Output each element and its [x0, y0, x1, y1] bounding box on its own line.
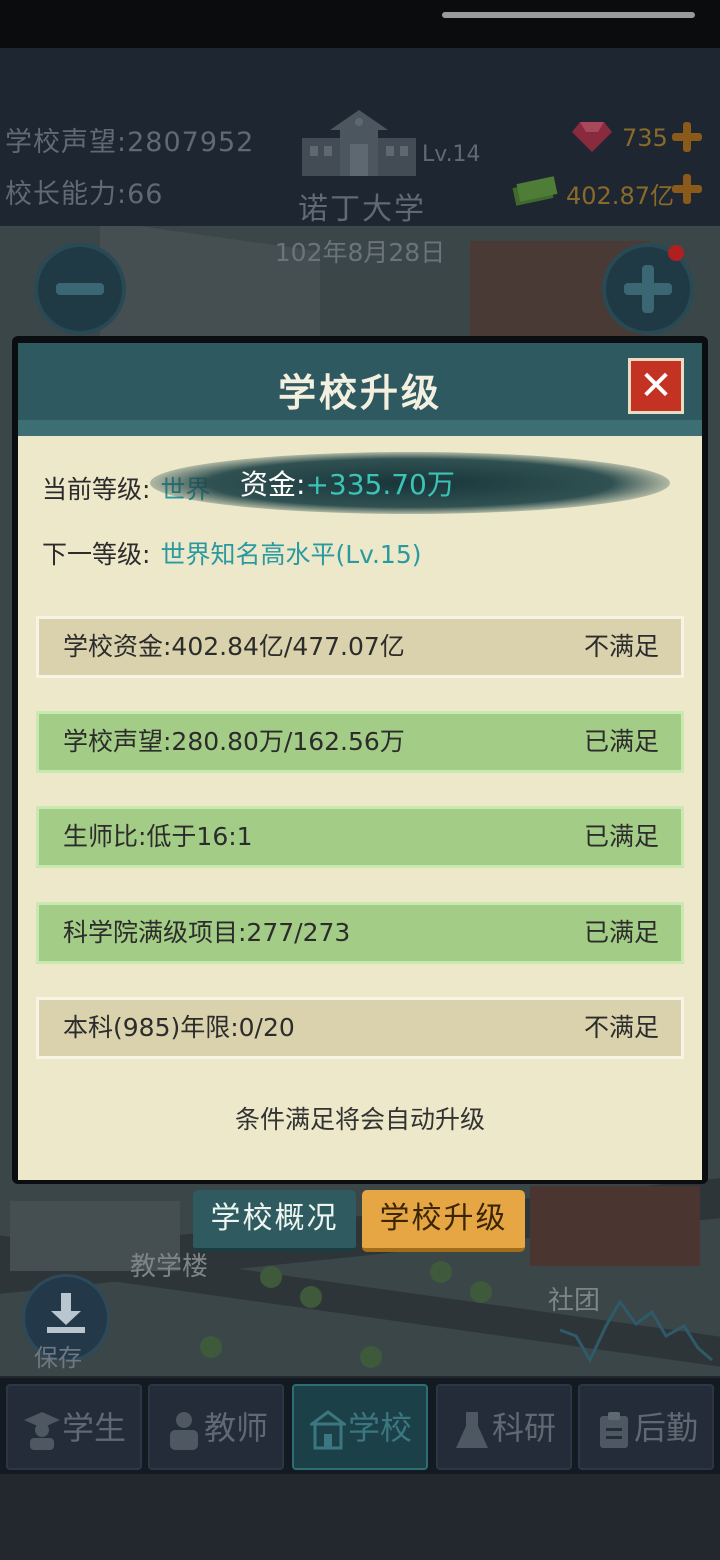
money-icon [512, 176, 558, 206]
condition-status: 已满足 [583, 918, 659, 947]
download-icon [47, 1293, 85, 1333]
condition-row: 学校资金:402.84亿/477.07亿 不满足 [36, 616, 684, 678]
condition-row: 本科(985)年限:0/20 不满足 [36, 997, 684, 1059]
notification-dot [668, 245, 684, 261]
tab-school-overview[interactable]: 学校概况 [193, 1190, 356, 1252]
student-icon [24, 1412, 60, 1450]
income-toast-text: 资金:+335.70万 [240, 463, 455, 503]
nav-logistics[interactable]: 后勤 [578, 1384, 714, 1470]
tree [300, 1286, 322, 1308]
condition-label: 生师比:低于16:1 [63, 822, 253, 851]
reputation-stat: 学校声望:2807952 [5, 120, 254, 159]
zoom-out-button[interactable] [34, 243, 126, 335]
add-money-button[interactable] [672, 174, 702, 204]
nav-label: 后勤 [634, 1409, 699, 1447]
dialog-title: 学校升级 [277, 371, 442, 415]
condition-status: 已满足 [583, 822, 659, 851]
condition-label: 学校资金:402.84亿/477.07亿 [63, 632, 405, 661]
nav-label: 科研 [492, 1409, 557, 1447]
gem-icon [572, 122, 612, 152]
condition-row: 生师比:低于16:1 已满足 [36, 806, 684, 868]
nav-teachers[interactable]: 教师 [148, 1384, 284, 1470]
next-level-row: 下一等级: 世界知名高水平(Lv.15) [42, 535, 422, 571]
close-button[interactable]: ✕ [628, 358, 684, 414]
nav-label: 教师 [204, 1409, 269, 1447]
current-level-label: 当前等级: [42, 475, 151, 504]
condition-row: 科学院满级项目:277/273 已满足 [36, 902, 684, 964]
school-name: 诺丁大学 [298, 192, 426, 227]
school-level: Lv.14 [422, 142, 481, 167]
tree [200, 1336, 222, 1358]
condition-status: 已满足 [583, 727, 659, 756]
teacher-icon [170, 1412, 198, 1450]
tab-school-upgrade[interactable]: 学校升级 [362, 1190, 525, 1252]
nav-school[interactable]: 学校 [292, 1384, 428, 1470]
money-count: 402.87亿 [566, 182, 674, 210]
nav-students[interactable]: 学生 [6, 1384, 142, 1470]
school-building-icon [302, 110, 416, 176]
next-level-label: 下一等级: [42, 540, 151, 569]
condition-label: 学校声望:280.80万/162.56万 [63, 727, 405, 756]
nav-label: 学生 [62, 1409, 127, 1447]
reputation-label: 学校声望: [5, 127, 128, 158]
condition-status: 不满足 [583, 632, 659, 661]
ability-stat: 校长能力:66 [5, 172, 163, 211]
add-gems-button[interactable] [672, 122, 702, 152]
condition-label: 科学院满级项目:277/273 [63, 918, 351, 947]
next-level-value: 世界知名高水平(Lv.15) [160, 540, 422, 569]
condition-row: 学校声望:280.80万/162.56万 已满足 [36, 711, 684, 773]
ability-value: 66 [127, 179, 164, 210]
tree [360, 1346, 382, 1368]
school-icon [310, 1410, 346, 1450]
toast-label: 资金: [240, 468, 306, 501]
condition-label: 本科(985)年限:0/20 [63, 1013, 295, 1042]
tree [470, 1281, 492, 1303]
save-label: 保存 [34, 1344, 82, 1372]
teaching-building-label[interactable]: 教学楼 [130, 1246, 208, 1283]
toast-value: +335.70万 [305, 468, 455, 501]
trend-sparkline [559, 1299, 713, 1364]
minus-icon [56, 283, 104, 295]
close-icon: ✕ [639, 363, 673, 409]
clipboard-icon [600, 1412, 628, 1448]
nav-research[interactable]: 科研 [436, 1384, 572, 1470]
flask-icon [456, 1412, 488, 1448]
reputation-value: 2807952 [127, 127, 255, 158]
building-block [530, 1186, 700, 1266]
gesture-pill [442, 12, 695, 18]
tree [260, 1266, 282, 1288]
status-bar [0, 0, 720, 48]
nav-label: 学校 [348, 1409, 413, 1447]
ability-label: 校长能力: [5, 179, 128, 210]
condition-status: 不满足 [583, 1013, 659, 1042]
system-nav-area [0, 1474, 720, 1560]
auto-upgrade-note: 条件满足将会自动升级 [234, 1105, 485, 1134]
gem-count: 735 [622, 124, 668, 152]
tree [430, 1261, 452, 1283]
